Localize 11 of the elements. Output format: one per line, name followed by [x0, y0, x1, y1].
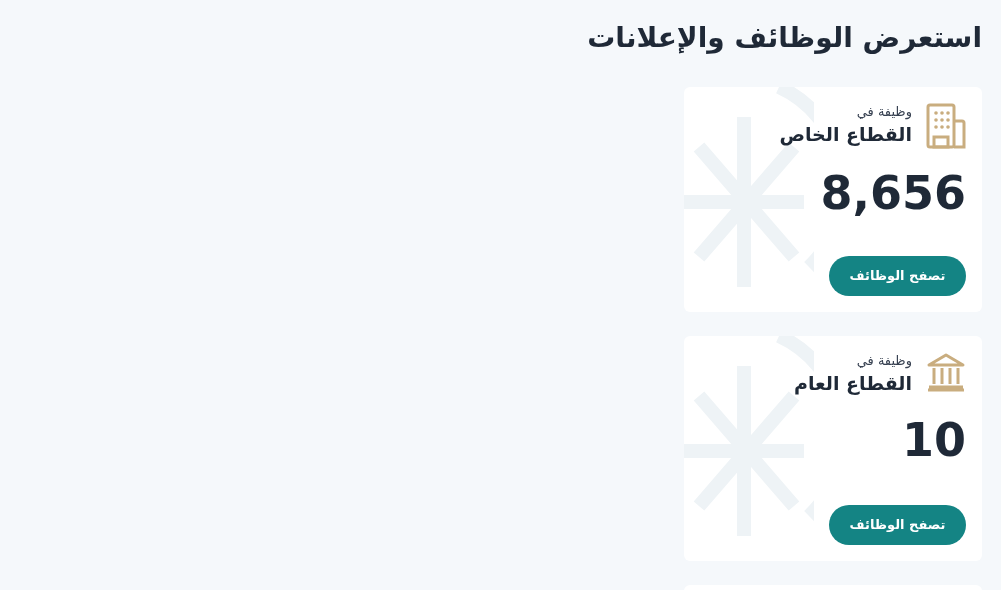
job-count: 8,656: [820, 165, 966, 222]
card-caption: وظيفة في: [856, 103, 912, 121]
columned-building-icon: [926, 352, 966, 392]
page-heading: استعرض الوظائف والإعلانات: [587, 20, 982, 56]
sector-title: القطاع العام: [794, 371, 912, 396]
sector-title: القطاع الخاص: [779, 122, 912, 147]
card-caption: وظيفة في: [856, 352, 912, 370]
browse-jobs-button[interactable]: تصفح الوظائف: [829, 505, 966, 545]
job-count: 10: [902, 412, 966, 469]
browse-jobs-button[interactable]: تصفح الوظائف: [829, 256, 966, 296]
office-building-icon: [926, 103, 966, 149]
